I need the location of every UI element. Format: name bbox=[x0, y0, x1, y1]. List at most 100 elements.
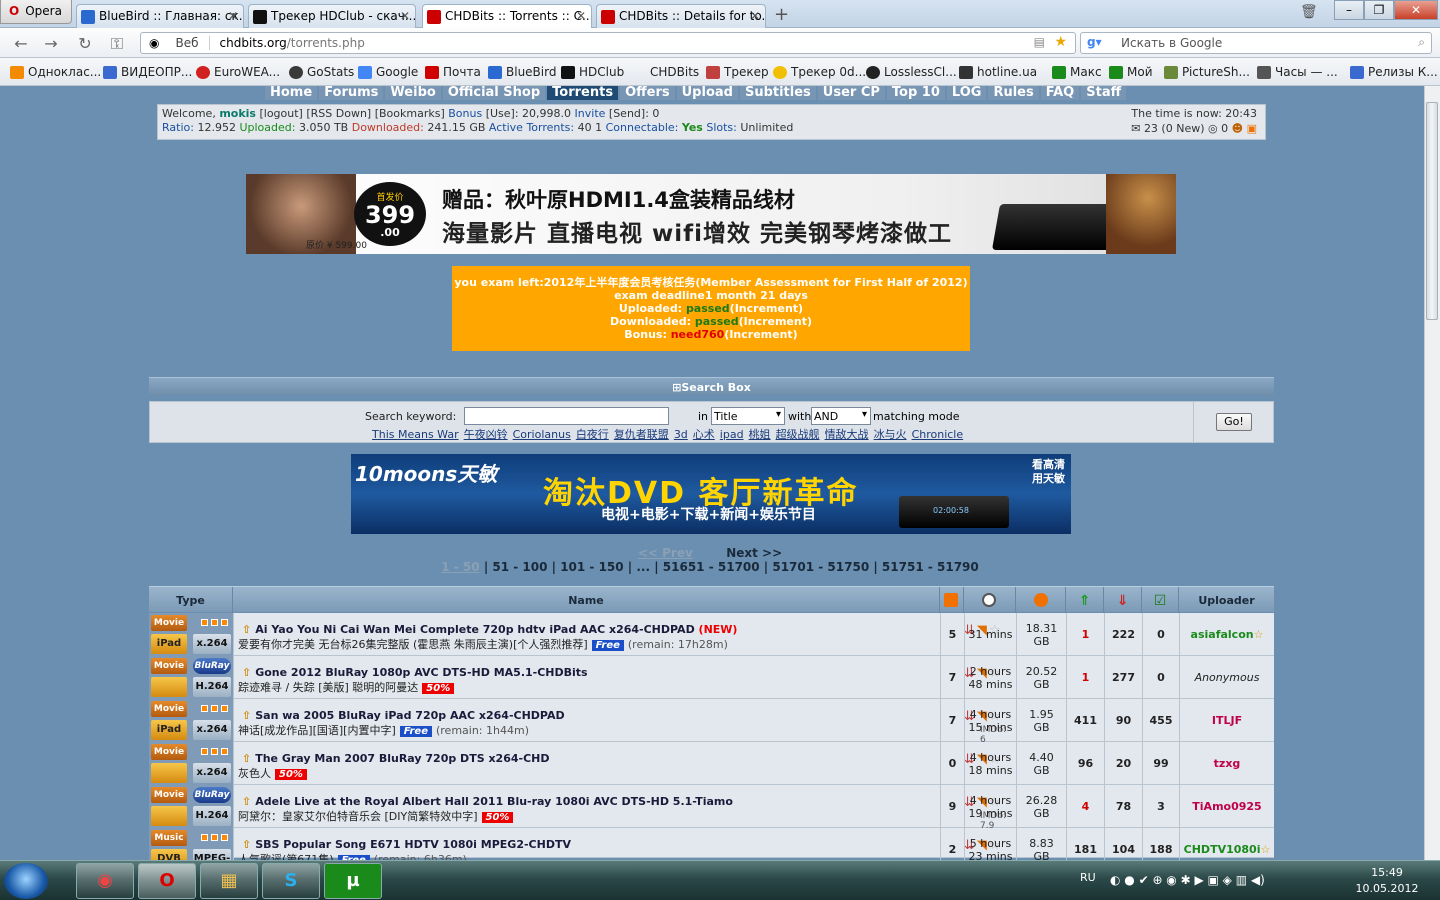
chrome-icon[interactable]: ◉ bbox=[76, 863, 134, 899]
explorer-icon[interactable]: ▦ bbox=[200, 863, 258, 899]
torrent-title-link[interactable]: The Gray Man 2007 BluRay 720p DTS x264-C… bbox=[255, 752, 549, 765]
bookmark-item[interactable]: hotline.ua bbox=[959, 65, 1037, 79]
bookmark-item[interactable]: LosslessCl... bbox=[866, 65, 957, 79]
tray-icons[interactable]: ◐ ● ✔ ⊕ ◉ ✱ ▶ ▣ ◈ ▥ ◀) bbox=[1110, 873, 1265, 887]
search-box-header[interactable]: ⊞Search Box bbox=[149, 377, 1274, 395]
new-tab-icon[interactable]: + bbox=[774, 4, 789, 25]
menu-official-shop[interactable]: Official Shop bbox=[442, 86, 546, 100]
opera-icon[interactable]: O bbox=[138, 863, 196, 899]
username-link[interactable]: mokis bbox=[219, 107, 256, 120]
comments-count[interactable]: 5 bbox=[940, 613, 964, 656]
col-seeders[interactable]: ⇑ bbox=[1066, 587, 1104, 613]
completed-count[interactable]: 455 bbox=[1142, 699, 1179, 742]
search-tag[interactable]: ipad bbox=[720, 428, 744, 441]
bookmark-item[interactable]: Релизы К... bbox=[1350, 65, 1438, 79]
category-cell[interactable]: Movie BluRay H.264 bbox=[149, 656, 233, 699]
menu-torrents[interactable]: Torrents bbox=[547, 86, 619, 100]
bookmark-item[interactable]: ВИДЕОПР... bbox=[103, 65, 192, 79]
menu-upload[interactable]: Upload bbox=[676, 86, 738, 100]
leechers-count[interactable]: 277 bbox=[1104, 656, 1142, 699]
search-icon[interactable]: ⌕ bbox=[1418, 35, 1425, 50]
search-tag[interactable]: 3d bbox=[674, 428, 688, 441]
search-tag[interactable]: Coriolanus bbox=[513, 428, 571, 441]
opera-menu-button[interactable]: O Opera bbox=[0, 0, 72, 24]
comments-count[interactable]: 9 bbox=[940, 785, 964, 828]
expand-icon[interactable]: ⊞ bbox=[672, 381, 681, 394]
menu-user-cp[interactable]: User CP bbox=[817, 86, 885, 100]
key-icon[interactable]: ⚿ bbox=[106, 34, 128, 54]
leechers-count[interactable]: 90 bbox=[1104, 699, 1142, 742]
seeders-count[interactable]: 1 bbox=[1066, 613, 1104, 656]
friends-icon[interactable]: ◎ bbox=[1208, 122, 1218, 135]
completed-count[interactable]: 0 bbox=[1142, 613, 1179, 656]
menu-home[interactable]: Home bbox=[265, 86, 318, 100]
table-row[interactable]: MusicDVBMPEG-2SBS Popular Song E671 HDTV… bbox=[149, 828, 1274, 884]
reload-icon[interactable]: ↻ bbox=[74, 34, 96, 53]
menu-subtitles[interactable]: Subtitles bbox=[739, 86, 816, 100]
search-keyword-input[interactable] bbox=[464, 407, 669, 425]
minimize-button[interactable]: – bbox=[1334, 0, 1364, 20]
leechers-count[interactable]: 222 bbox=[1104, 613, 1142, 656]
completed-count[interactable]: 99 bbox=[1142, 742, 1179, 785]
uploader-link[interactable]: TiAmo0925 bbox=[1179, 785, 1274, 828]
close-tab-icon[interactable]: ✕ bbox=[400, 9, 410, 23]
forward-icon[interactable]: → bbox=[40, 34, 62, 53]
ad-banner-hdmi[interactable]: 首发价 399 .00 原价 ¥ 599.00 赠品：秋叶原HDMI1.4盒装精… bbox=[246, 174, 1176, 254]
page-links[interactable]: | 51 - 100 | 101 - 150 | ... | 51651 - 5… bbox=[484, 560, 979, 574]
close-tab-icon[interactable]: ✕ bbox=[750, 9, 760, 23]
scrollbar-thumb[interactable] bbox=[1426, 102, 1438, 320]
menu-weibo[interactable]: Weibo bbox=[385, 86, 441, 100]
tab-chdbits-details[interactable]: CHDBits :: Details for to... ✕ bbox=[596, 4, 766, 28]
menu-rules[interactable]: Rules bbox=[988, 86, 1039, 100]
bookmark-item[interactable]: EuroWEA... bbox=[196, 65, 280, 79]
start-button[interactable] bbox=[4, 863, 48, 899]
bookmark-item[interactable]: HDClub bbox=[561, 65, 624, 79]
bookmark-item[interactable]: Трекер 0d... bbox=[773, 65, 866, 79]
mail-icon[interactable]: ✉ bbox=[1131, 122, 1140, 135]
col-size[interactable] bbox=[1016, 587, 1066, 613]
rss-icon[interactable]: ▣ bbox=[1247, 122, 1257, 135]
torrent-title-link[interactable]: SBS Popular Song E671 HDTV 1080i MPEG2-C… bbox=[255, 838, 571, 851]
col-completed[interactable]: ☑ bbox=[1142, 587, 1179, 613]
seeders-count[interactable]: 4 bbox=[1066, 785, 1104, 828]
torrent-title-link[interactable]: Gone 2012 BluRay 1080p AVC DTS-HD MA5.1-… bbox=[255, 666, 587, 679]
menu-forums[interactable]: Forums bbox=[319, 86, 384, 100]
bookmark-item[interactable]: Одноклас... bbox=[10, 65, 101, 79]
maximize-button[interactable]: ❐ bbox=[1364, 0, 1394, 20]
close-window-button[interactable]: ✕ bbox=[1394, 0, 1438, 20]
bookmark-item[interactable]: Часы — ... bbox=[1257, 65, 1338, 79]
torrent-title-link[interactable]: San wa 2005 BluRay iPad 720p AAC x264-CH… bbox=[255, 709, 564, 722]
col-uploader[interactable]: Uploader bbox=[1179, 587, 1274, 613]
bonus-link[interactable]: Bonus bbox=[448, 107, 482, 120]
torrent-title-link[interactable]: Ai Yao You Ni Cai Wan Mei Complete 720p … bbox=[255, 623, 694, 636]
rss-icon[interactable]: ▤ bbox=[1034, 35, 1045, 49]
comments-count[interactable]: 0 bbox=[940, 742, 964, 785]
bookmark-item[interactable]: GoStats bbox=[289, 65, 354, 79]
bookmark-item[interactable]: Google bbox=[358, 65, 418, 79]
bookmark-item[interactable]: Макс bbox=[1052, 65, 1102, 79]
search-tag[interactable]: 复仇者联盟 bbox=[614, 428, 669, 441]
invite-link[interactable]: Invite bbox=[575, 107, 606, 120]
users-icon[interactable]: ☻ bbox=[1232, 122, 1243, 135]
bookmark-item[interactable]: Почта bbox=[425, 65, 481, 79]
next-link[interactable]: Next >> bbox=[726, 546, 782, 560]
search-tag[interactable]: 超级战舰 bbox=[776, 428, 820, 441]
completed-count[interactable]: 3 bbox=[1142, 785, 1179, 828]
torrent-title-link[interactable]: Adele Live at the Royal Albert Hall 2011… bbox=[255, 795, 733, 808]
bookmark-item[interactable]: Трекер bbox=[706, 65, 769, 79]
tab-hdclub[interactable]: Трекер HDClub - скач... ✕ bbox=[248, 4, 416, 28]
category-cell[interactable]: Movie iPad x.264 bbox=[149, 699, 233, 742]
url-field[interactable]: ◉ Веб chdbits.org/torrents.php ▤ ★ bbox=[140, 32, 1076, 54]
search-tag[interactable]: 情敌大战 bbox=[825, 428, 869, 441]
category-cell[interactable]: Movie x.264 bbox=[149, 742, 233, 785]
table-row[interactable]: Movie BluRay H.264 Adele Live at the Royal … bbox=[149, 785, 1274, 831]
search-in-select[interactable]: Title bbox=[711, 407, 785, 425]
col-time[interactable] bbox=[964, 587, 1016, 613]
tab-bluebird[interactable]: BlueBird :: Главная: ск... ✕ bbox=[76, 4, 244, 28]
language-indicator[interactable]: RU bbox=[1080, 871, 1096, 884]
menu-offers[interactable]: Offers bbox=[620, 86, 675, 100]
leechers-count[interactable]: 20 bbox=[1104, 742, 1142, 785]
comments-count[interactable]: 7 bbox=[940, 656, 964, 699]
ad-banner-10moons[interactable]: 10moons天敏 淘汰DVD 客厅新革命 电视+电影+下载+新闻+娱乐节目 看… bbox=[351, 454, 1071, 534]
go-button[interactable]: Go! bbox=[1216, 413, 1252, 431]
